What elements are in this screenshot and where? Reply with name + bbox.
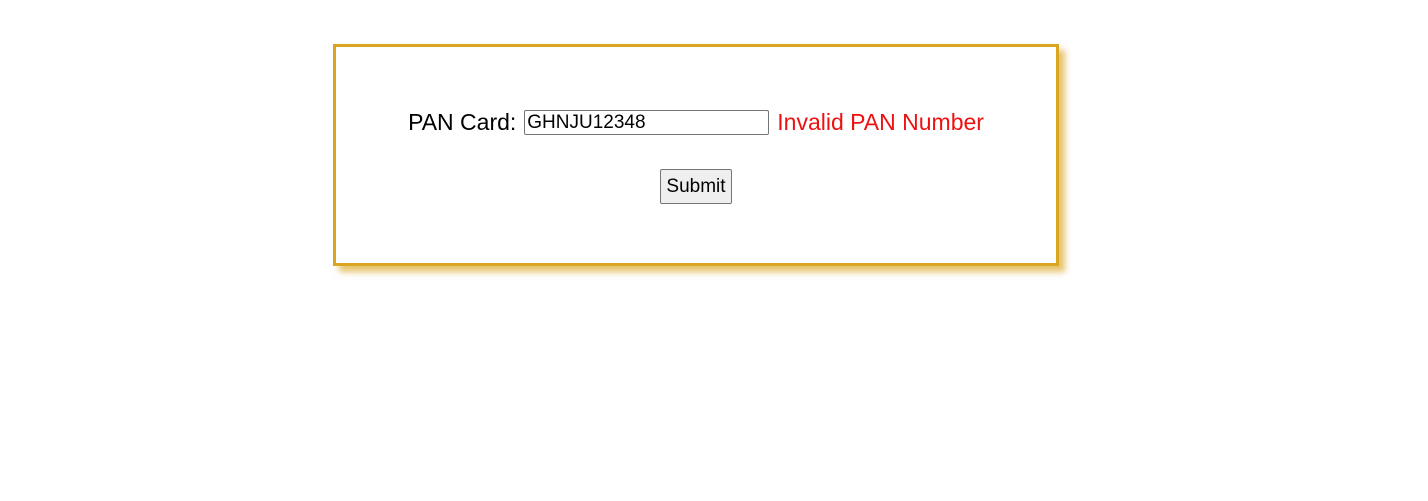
- pan-form-card: PAN Card: Invalid PAN Number Submit: [333, 44, 1059, 266]
- pan-card-label: PAN Card:: [408, 109, 517, 135]
- pan-field-row: PAN Card: Invalid PAN Number: [336, 109, 1056, 136]
- submit-row: Submit: [336, 169, 1056, 204]
- pan-card-input[interactable]: [524, 110, 770, 135]
- pan-error-message: Invalid PAN Number: [777, 109, 984, 135]
- submit-button[interactable]: Submit: [660, 169, 732, 204]
